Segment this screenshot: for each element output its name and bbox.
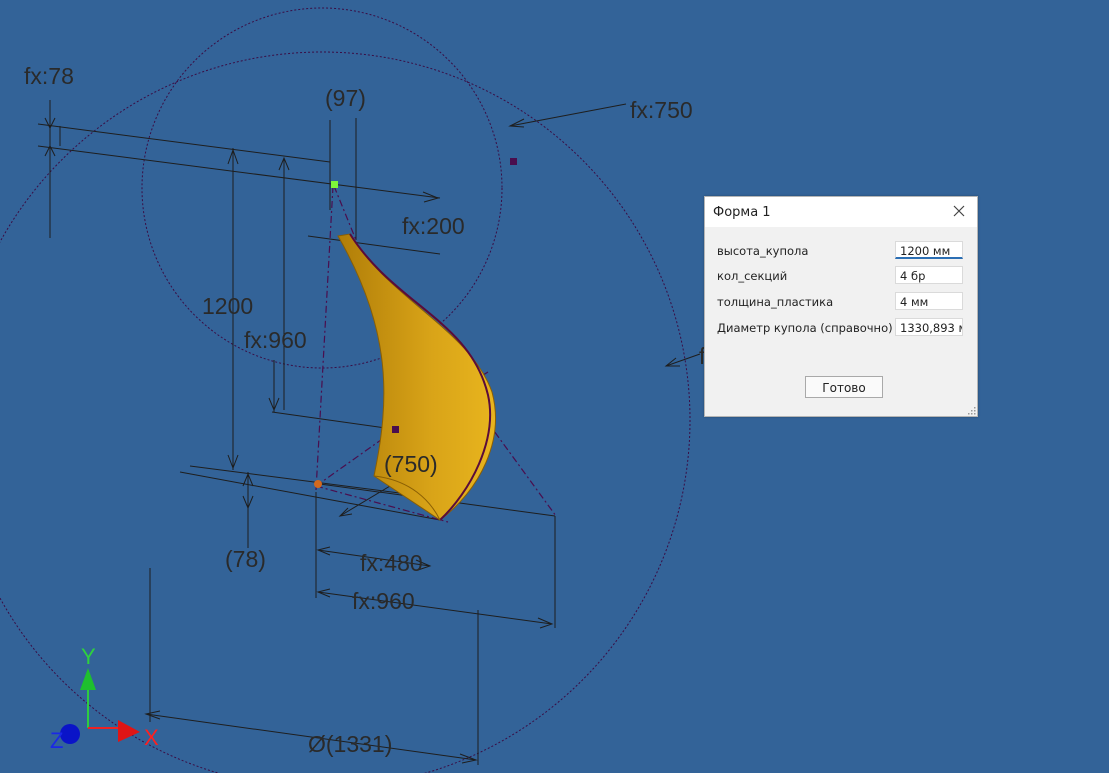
small-sphere-circle bbox=[141, 7, 503, 369]
param-label: высота_купола bbox=[717, 244, 809, 258]
y-axis-label: Y bbox=[81, 644, 96, 669]
dim-750[interactable]: (750) bbox=[384, 451, 438, 477]
close-icon[interactable] bbox=[951, 203, 967, 219]
resize-grip-icon[interactable] bbox=[968, 407, 976, 415]
dim-fx960-horizontal[interactable]: fx:960 bbox=[352, 588, 415, 614]
dialog-title: Форма 1 bbox=[713, 205, 771, 220]
dim-1200[interactable]: 1200 bbox=[202, 293, 253, 319]
dome-circle bbox=[0, 51, 691, 773]
dimension-lines bbox=[37, 100, 701, 765]
dome-height-field[interactable]: 1200 мм bbox=[895, 241, 963, 259]
dome-segment-surface[interactable] bbox=[337, 233, 496, 521]
y-axis-arrow-icon bbox=[80, 668, 96, 690]
sections-count-field[interactable]: 4 бр bbox=[895, 266, 963, 284]
point-origin-orange[interactable] bbox=[314, 480, 322, 488]
param-row-sections: кол_секций 4 бр bbox=[717, 266, 967, 286]
plastic-thickness-field[interactable]: 4 мм bbox=[895, 292, 963, 310]
point-mid-purple[interactable] bbox=[392, 426, 399, 433]
dim-fx960-vertical[interactable]: fx:960 bbox=[244, 327, 307, 353]
dim-fx78-top[interactable]: fx:78 bbox=[24, 63, 74, 89]
dim-78-bottom[interactable]: (78) bbox=[225, 546, 266, 572]
param-label: кол_секций bbox=[717, 269, 788, 283]
x-axis-arrow-icon bbox=[118, 720, 140, 742]
parameters-dialog: Форма 1 высота_купола 1200 мм кол_секций… bbox=[704, 196, 978, 417]
axis-triad: Y X Z bbox=[50, 644, 159, 753]
z-axis-label: Z bbox=[50, 728, 63, 753]
point-circle-purple[interactable] bbox=[510, 158, 517, 165]
point-top-green[interactable] bbox=[331, 181, 338, 188]
param-row-diameter: Диаметр купола (справочно) 1330,893 м bbox=[717, 318, 967, 338]
param-label: толщина_пластика bbox=[717, 295, 834, 309]
dimension-arrows bbox=[44, 117, 680, 764]
param-row-dome-height: высота_купола 1200 мм bbox=[717, 241, 967, 261]
dim-fx200[interactable]: fx:200 bbox=[402, 213, 465, 239]
dim-fx480[interactable]: fx:480 bbox=[360, 550, 423, 576]
dome-diameter-field[interactable]: 1330,893 м bbox=[895, 318, 963, 336]
dim-diameter[interactable]: Ø(1331) bbox=[308, 731, 392, 757]
param-label: Диаметр купола (справочно) bbox=[717, 321, 893, 335]
dim-97[interactable]: (97) bbox=[325, 85, 366, 111]
dimension-labels: fx:78 (97) fx:750 fx:200 1200 fx:960 (75… bbox=[24, 63, 706, 757]
done-button[interactable]: Готово bbox=[805, 376, 883, 398]
dialog-titlebar[interactable]: Форма 1 bbox=[705, 197, 977, 227]
param-row-thickness: толщина_пластика 4 мм bbox=[717, 292, 967, 312]
dim-fx750[interactable]: fx:750 bbox=[630, 97, 693, 123]
x-axis-label: X bbox=[144, 725, 159, 750]
construction-circles bbox=[0, 7, 691, 773]
